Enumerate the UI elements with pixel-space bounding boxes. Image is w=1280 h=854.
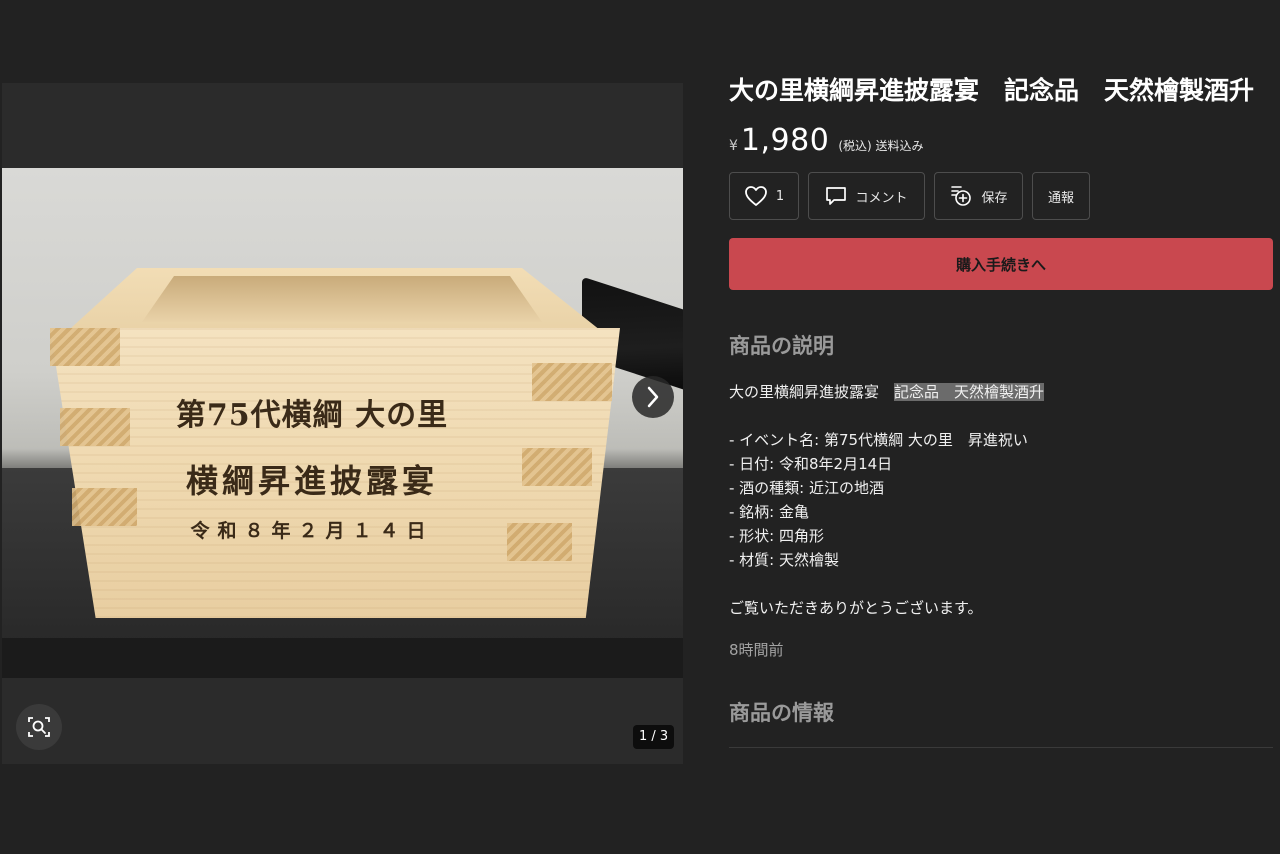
photo-table-edge (2, 638, 683, 678)
comment-icon (826, 187, 847, 205)
engraving-line-3: 令和８年２月１４日 (190, 520, 434, 542)
comment-label: コメント (855, 190, 908, 206)
description-closing: ご覧いただきありがとうございます。 (729, 599, 983, 617)
description-title-line: 大の里横綱昇進披露宴 記念品 天然檜製酒升 (729, 380, 1274, 404)
price: 1,980 (740, 123, 830, 158)
description-item: - 材質: 天然檜製 (729, 551, 840, 569)
masu-joint (507, 523, 572, 561)
product-page: 第75代横綱 大の里 横綱昇進披露宴 令和８年２月１４日 1 / 3 大の里横綱… (0, 0, 1280, 854)
product-info: 大の里横綱昇進披露宴 記念品 天然檜製酒升 ¥ 1,980 (税込) 送料込み … (729, 72, 1274, 748)
currency-symbol: ¥ (729, 138, 738, 154)
description-item: - 日付: 令和8年2月14日 (729, 455, 893, 473)
description-title-plain: 大の里横綱昇進披露宴 (729, 383, 895, 401)
product-title: 大の里横綱昇進披露宴 記念品 天然檜製酒升 (729, 76, 1255, 105)
posted-time: 8時間前 (729, 641, 784, 659)
masu-joint (50, 328, 120, 366)
masu-joint (532, 363, 612, 401)
image-search-button[interactable] (16, 704, 62, 750)
description-title-highlight: 記念品 天然檜製酒升 (894, 383, 1045, 401)
save-list-icon (951, 186, 972, 206)
chevron-right-icon (647, 386, 659, 408)
image-counter: 1 / 3 (633, 725, 675, 749)
description-heading: 商品の説明 (729, 334, 834, 358)
price-row: ¥ 1,980 (税込) 送料込み (729, 123, 1274, 158)
description-item: - 形状: 四角形 (729, 527, 825, 545)
description-item: - イベント名: 第75代横綱 大の里 昇進祝い (729, 431, 1028, 449)
product-photo[interactable]: 第75代横綱 大の里 横綱昇進披露宴 令和８年２月１４日 (2, 168, 683, 678)
image-gallery[interactable]: 第75代横綱 大の里 横綱昇進披露宴 令和８年２月１４日 1 / 3 (2, 83, 683, 764)
section-divider (729, 747, 1273, 748)
save-button[interactable]: 保存 (934, 172, 1023, 220)
image-search-icon (28, 717, 50, 737)
action-bar: 1 コメント 保存 通報 (729, 172, 1274, 220)
description-body: 大の里横綱昇進披露宴 記念品 天然檜製酒升 - イベント名: 第75代横綱 大の… (729, 380, 1274, 620)
comment-button[interactable]: コメント (808, 172, 925, 220)
masu-joint (522, 448, 592, 486)
heart-icon (744, 186, 767, 206)
engraving-line-1: 第75代横綱 大の里 (175, 398, 449, 433)
engraving-line-2: 横綱昇進披露宴 (185, 462, 438, 500)
report-label: 通報 (1047, 190, 1074, 206)
description-item: - 銘柄: 金亀 (729, 503, 810, 521)
like-count: 1 (775, 188, 785, 204)
purchase-button[interactable]: 購入手続きへ (729, 238, 1273, 290)
product-info-heading: 商品の情報 (729, 701, 834, 725)
description-item: - 酒の種類: 近江の地酒 (729, 479, 885, 497)
report-button[interactable]: 通報 (1032, 172, 1090, 220)
tax-note: (税込) 送料込み (838, 139, 924, 153)
masu-inner (142, 276, 542, 322)
like-button[interactable]: 1 (729, 172, 799, 220)
next-image-button[interactable] (632, 376, 674, 418)
save-label: 保存 (981, 190, 1008, 206)
